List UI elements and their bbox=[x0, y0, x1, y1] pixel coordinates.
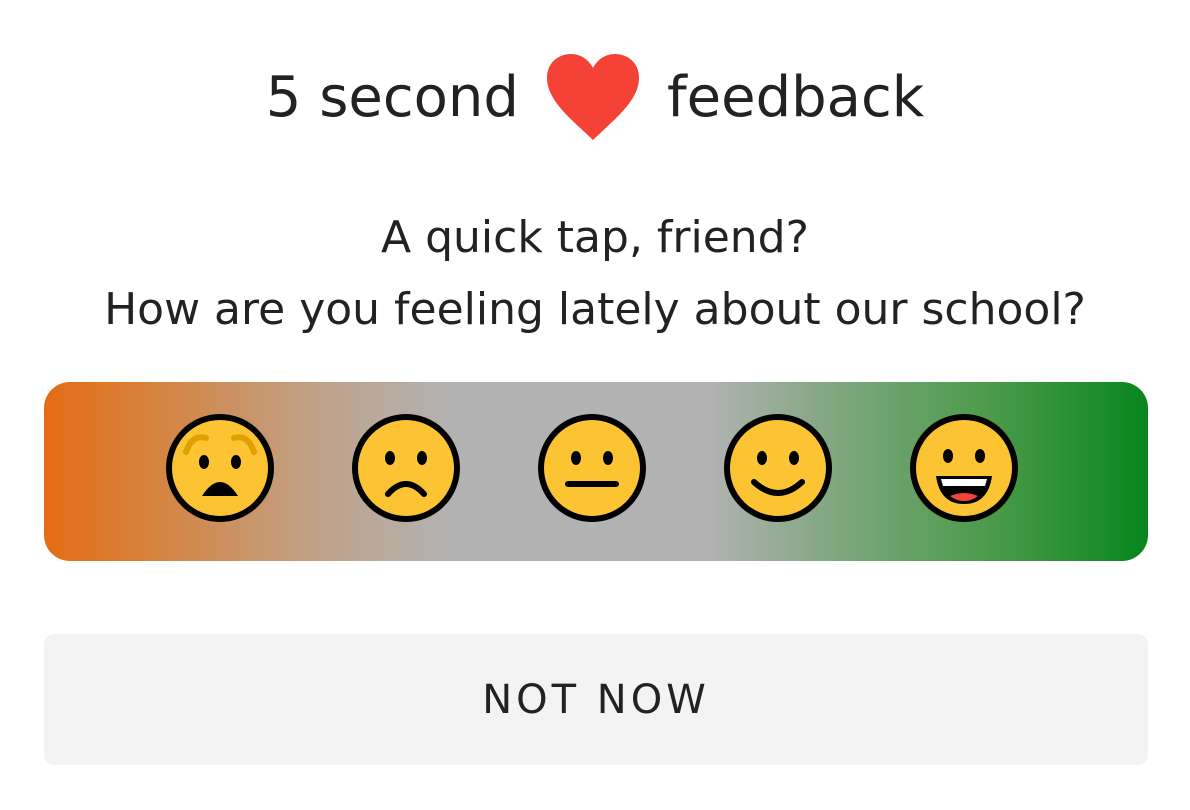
prompt-line-1: A quick tap, friend? bbox=[381, 212, 809, 263]
neutral-face-icon[interactable] bbox=[536, 412, 648, 524]
anguished-face-icon[interactable] bbox=[164, 412, 276, 524]
frowning-face-icon[interactable] bbox=[350, 412, 462, 524]
title-text-after: feedback bbox=[666, 64, 925, 130]
slightly-smiling-face-icon[interactable] bbox=[722, 412, 834, 524]
heart-icon bbox=[545, 52, 641, 142]
grinning-face-icon[interactable] bbox=[908, 412, 1020, 524]
page-title: 5 second feedback bbox=[0, 52, 1190, 142]
rating-scale bbox=[44, 382, 1148, 561]
not-now-button[interactable]: NOT NOW bbox=[44, 634, 1148, 765]
title-text-before: 5 second bbox=[265, 64, 519, 130]
feedback-dialog: 5 second feedback A quick tap, friend? H… bbox=[0, 0, 1190, 810]
prompt-question: How are you feeling lately about our sch… bbox=[104, 284, 1086, 335]
